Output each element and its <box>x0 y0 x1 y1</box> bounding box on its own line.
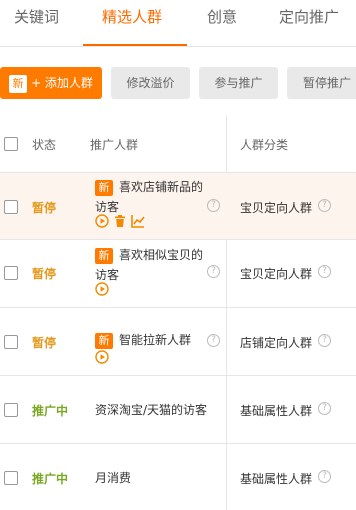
help-icon[interactable]: ? <box>207 334 220 347</box>
chart-icon[interactable] <box>131 214 145 228</box>
audience-name: 月消费 <box>95 468 213 488</box>
help-icon[interactable]: ? <box>207 265 220 278</box>
audience-name: 新喜欢相似宝贝的访客 <box>95 245 213 285</box>
category-label: 基础属性人群 <box>240 472 313 486</box>
pause-promotion-button[interactable]: 暂停推广 <box>287 67 356 99</box>
table-row: 暂停 新喜欢相似宝贝的访客 ? 宝贝定向人群 ? <box>0 240 356 308</box>
help-icon[interactable]: ? <box>318 265 331 278</box>
table-row: 推广中 月消费 基础属性人群 ? <box>0 444 356 510</box>
status-label: 暂停 <box>32 201 57 215</box>
play-icon[interactable] <box>95 282 109 296</box>
active-tab-indicator <box>83 44 187 46</box>
audience-name-text: 月消费 <box>95 471 132 485</box>
table-row: 暂停 新智能拉新人群 ? 店铺定向人群 ? <box>0 308 356 376</box>
header-audience: 推广人群 <box>90 138 139 152</box>
new-badge: 新 <box>9 74 28 93</box>
new-badge: 新 <box>95 332 113 349</box>
category-label: 店铺定向人群 <box>240 336 313 350</box>
add-audience-button[interactable]: 新 + 添加人群 <box>0 67 102 99</box>
header-status: 状态 <box>32 138 57 152</box>
help-icon[interactable]: ? <box>318 334 331 347</box>
tab-keywords[interactable]: 关键词 <box>14 6 59 27</box>
row-checkbox[interactable] <box>4 471 18 485</box>
help-icon[interactable]: ? <box>318 470 331 483</box>
play-icon[interactable] <box>95 350 109 364</box>
help-icon[interactable]: ? <box>318 199 331 212</box>
audience-name: 新智能拉新人群 <box>95 330 213 350</box>
audience-name-text: 资深淘宝/天猫的访客 <box>95 403 208 417</box>
play-icon[interactable] <box>95 214 109 228</box>
status-label: 暂停 <box>32 267 57 281</box>
header-category: 人群分类 <box>240 138 289 152</box>
table-row: 暂停 新喜欢店铺新品的访客 ? 宝贝定向人群 ? <box>0 173 356 240</box>
help-icon[interactable]: ? <box>318 402 331 415</box>
row-checkbox[interactable] <box>4 266 18 280</box>
modify-bid-button[interactable]: 修改溢价 <box>111 67 190 99</box>
tab-selected-audience[interactable]: 精选人群 <box>102 6 162 27</box>
row-checkbox[interactable] <box>4 335 18 349</box>
tab-targeted-promotion[interactable]: 定向推广 <box>279 6 339 27</box>
category-label: 宝贝定向人群 <box>240 201 313 215</box>
status-label: 暂停 <box>32 336 57 350</box>
add-audience-label: + 添加人群 <box>31 76 93 90</box>
help-icon[interactable]: ? <box>207 199 220 212</box>
tab-creative[interactable]: 创意 <box>207 6 237 27</box>
select-all-checkbox[interactable] <box>4 137 18 151</box>
status-label: 推广中 <box>32 404 69 418</box>
audience-name-text: 智能拉新人群 <box>119 333 192 347</box>
new-badge: 新 <box>95 179 113 196</box>
tab-bar: 关键词 精选人群 创意 定向推广 <box>0 0 356 47</box>
category-label: 基础属性人群 <box>240 404 313 418</box>
table-row: 推广中 资深淘宝/天猫的访客 基础属性人群 ? <box>0 376 356 444</box>
join-promotion-button[interactable]: 参与推广 <box>199 67 278 99</box>
audience-name: 新喜欢店铺新品的访客 <box>95 177 213 217</box>
delete-icon[interactable] <box>113 214 127 228</box>
row-checkbox[interactable] <box>4 403 18 417</box>
audience-name: 资深淘宝/天猫的访客 <box>95 400 225 420</box>
status-label: 推广中 <box>32 472 69 486</box>
table-header: 状态 推广人群 人群分类 <box>0 115 356 173</box>
category-label: 宝贝定向人群 <box>240 267 313 281</box>
row-checkbox[interactable] <box>4 200 18 214</box>
new-badge: 新 <box>95 247 113 264</box>
